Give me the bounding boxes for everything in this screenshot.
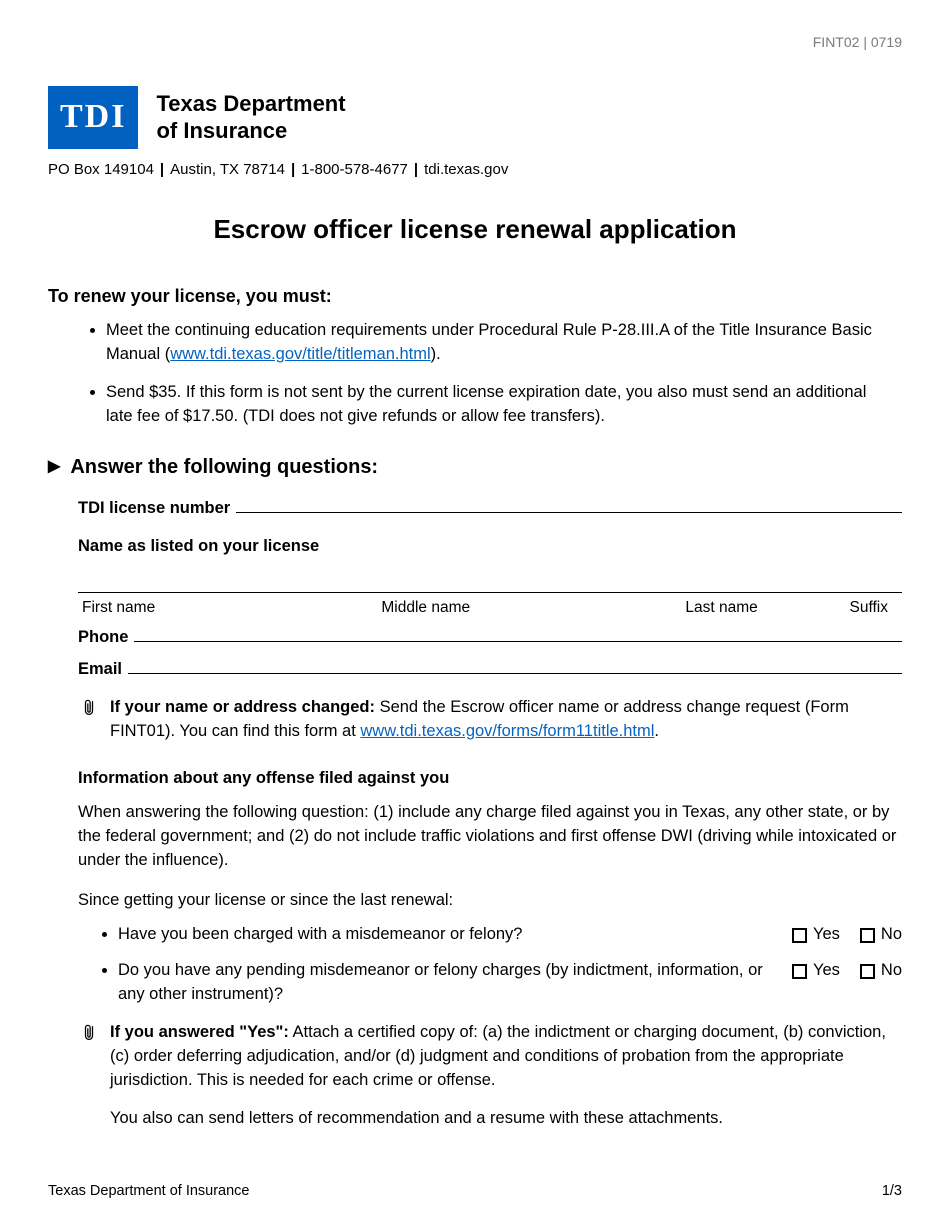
offense-q2-row: Do you have any pending misdemeanor or f…	[118, 959, 902, 1007]
titleman-link[interactable]: www.tdi.texas.gov/title/titleman.html	[170, 345, 430, 363]
change-note-lead: If your name or address changed:	[110, 698, 375, 716]
renew-lead: To renew your license, you must:	[48, 283, 902, 309]
document-header: TDI Texas Department of Insurance	[48, 86, 902, 149]
triangle-icon: ▶	[48, 455, 60, 478]
paperclip-icon	[82, 1021, 96, 1131]
tdi-logo: TDI	[48, 86, 138, 149]
email-field: Email	[78, 656, 902, 681]
offense-q2: Do you have any pending misdemeanor or f…	[118, 959, 774, 1007]
paperclip-icon	[82, 696, 96, 744]
name-input[interactable]	[78, 571, 902, 593]
offense-para1: When answering the following question: (…	[78, 801, 902, 873]
q1-no[interactable]: No	[860, 923, 902, 947]
dept-line1: Texas Department	[156, 91, 345, 116]
change-note: If your name or address changed: Send th…	[106, 696, 902, 744]
yes-label: Yes	[813, 923, 840, 947]
offense-q1: Have you been charged with a misdemeanor…	[118, 923, 774, 947]
col-middle: Middle name	[298, 597, 554, 619]
checkbox-icon[interactable]	[792, 928, 807, 943]
questions-heading: ▶ Answer the following questions:	[48, 453, 902, 482]
renew-bullets: Meet the continuing education requiremen…	[48, 319, 902, 429]
no-label: No	[881, 959, 902, 983]
checkbox-icon[interactable]	[792, 964, 807, 979]
email-input[interactable]	[128, 656, 902, 673]
checkbox-icon[interactable]	[860, 928, 875, 943]
no-label: No	[881, 923, 902, 947]
contact-phone: 1-800-578-4677	[301, 161, 408, 178]
yes-note-lead: If you answered "Yes":	[110, 1023, 289, 1041]
phone-field: Phone	[78, 625, 902, 650]
license-number-label: TDI license number	[78, 497, 230, 521]
offense-q1-row: Have you been charged with a misdemeanor…	[118, 923, 902, 947]
footer-org: Texas Department of Insurance	[48, 1181, 250, 1202]
checkbox-icon[interactable]	[860, 964, 875, 979]
renew-bullet-1: Meet the continuing education requiremen…	[106, 319, 902, 367]
page-title: Escrow officer license renewal applicati…	[48, 211, 902, 249]
phone-input[interactable]	[134, 625, 902, 642]
contact-line: PO Box 149104|Austin, TX 78714|1-800-578…	[48, 159, 902, 181]
offense-subhead: Information about any offense filed agai…	[78, 767, 902, 791]
q2-yes[interactable]: Yes	[792, 959, 840, 983]
yes-note-follow: You also can send letters of recommendat…	[110, 1107, 902, 1131]
change-note-post: .	[654, 722, 659, 740]
form11-link[interactable]: www.tdi.texas.gov/forms/form11title.html	[360, 722, 654, 740]
name-columns: First name Middle name Last name Suffix	[78, 597, 902, 619]
q2-no[interactable]: No	[860, 959, 902, 983]
dept-line2: of Insurance	[156, 118, 287, 143]
renew-b1-post: ).	[431, 345, 441, 363]
form-id: FINT02 | 0719	[813, 32, 902, 52]
contact-site: tdi.texas.gov	[424, 161, 508, 178]
renew-bullet-2: Send $35. If this form is not sent by th…	[106, 381, 902, 429]
license-number-field: TDI license number	[78, 496, 902, 521]
page-footer: Texas Department of Insurance 1/3	[48, 1181, 902, 1202]
q1-yes[interactable]: Yes	[792, 923, 840, 947]
questions-heading-text: Answer the following questions:	[70, 453, 378, 482]
yes-note: If you answered "Yes": Attach a certifie…	[110, 1021, 902, 1093]
col-last: Last name	[594, 597, 850, 619]
dept-name: Texas Department of Insurance	[156, 91, 345, 144]
email-label: Email	[78, 658, 122, 682]
phone-label: Phone	[78, 626, 128, 650]
col-suffix: Suffix	[849, 597, 898, 619]
offense-para2: Since getting your license or since the …	[78, 889, 902, 913]
name-label: Name as listed on your license	[78, 535, 902, 559]
footer-page: 1/3	[882, 1181, 902, 1202]
yes-label: Yes	[813, 959, 840, 983]
contact-city: Austin, TX 78714	[170, 161, 285, 178]
contact-po: PO Box 149104	[48, 161, 154, 178]
license-number-input[interactable]	[236, 496, 902, 513]
